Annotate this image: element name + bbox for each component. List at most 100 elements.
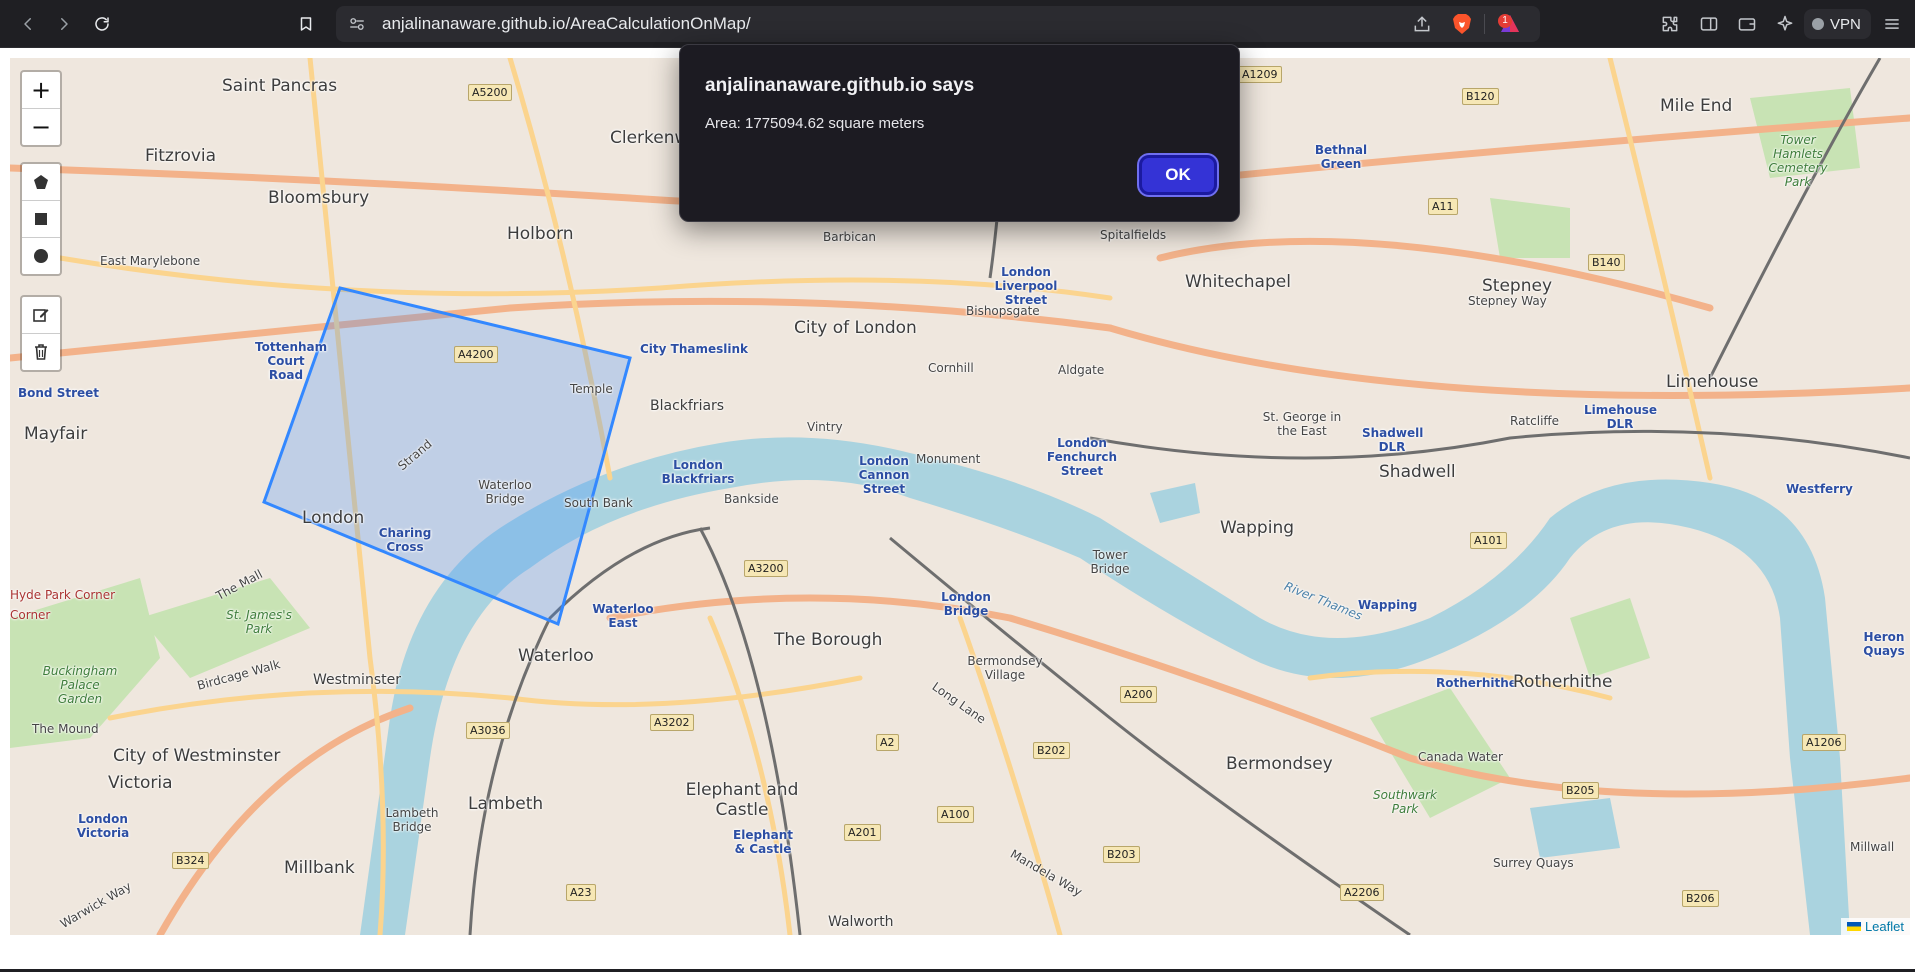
url-text[interactable]: anjalinanaware.github.io/AreaCalculation… xyxy=(382,14,751,34)
circle-icon xyxy=(34,249,48,263)
map-label-city-of-westminster: City of Westminster xyxy=(113,746,281,766)
map-label-shadwell-dlr: Shadwell DLR xyxy=(1362,426,1424,454)
map-label-bethnal-green: Bethnal Green xyxy=(1314,143,1368,171)
map-label-holborn: Holborn xyxy=(507,224,574,244)
map-label-south-bank: South Bank xyxy=(564,496,633,510)
back-arrow-icon xyxy=(24,18,31,30)
drawn-area-polygon[interactable] xyxy=(262,286,632,627)
map-label-whitechapel: Whitechapel xyxy=(1185,272,1291,292)
wallet-icon xyxy=(1738,18,1756,31)
map-label-aldgate: Aldgate xyxy=(1058,363,1105,377)
map-label-westminster: Westminster xyxy=(313,672,401,688)
map-label-temple: Temple xyxy=(570,382,613,396)
road-shield-b202: B202 xyxy=(1033,742,1070,759)
map-label-tower-hamlets-cemetery: Tower Hamlets Cemetery Park xyxy=(1768,133,1828,189)
bookmark-icon xyxy=(300,17,312,31)
map-label-london-liverpool-street: London Liverpool Street xyxy=(994,265,1058,307)
map-label-st-george-in-the-east: St. George in the East xyxy=(1262,410,1342,438)
road-shield-b120: B120 xyxy=(1462,88,1499,105)
map-label-southwark-park: Southwark Park xyxy=(1373,788,1437,816)
reload-icon xyxy=(95,17,109,31)
map-label-fitzrovia: Fitzrovia xyxy=(145,146,217,166)
map-label-canada-water: Canada Water xyxy=(1418,750,1503,764)
map-label-spitalfields: Spitalfields xyxy=(1100,228,1167,242)
vpn-status-icon xyxy=(1812,18,1824,30)
bookmark-button[interactable] xyxy=(290,8,322,40)
draw-circle-button[interactable] xyxy=(22,237,60,274)
extensions-button[interactable] xyxy=(1660,8,1680,40)
road-shield-a4200: A4200 xyxy=(454,346,498,363)
ukraine-flag-icon xyxy=(1846,922,1861,931)
road-shield-a100: A100 xyxy=(937,806,974,823)
browser-toolbar: anjalinanaware.github.io/AreaCalculation… xyxy=(0,0,1915,48)
forward-arrow-icon xyxy=(61,18,68,30)
brave-shields-icon[interactable] xyxy=(1450,12,1474,36)
map-label-vintry: Vintry xyxy=(807,420,843,434)
map-attribution[interactable]: Leaflet xyxy=(1840,918,1910,935)
map-label-the-borough: The Borough xyxy=(774,630,883,650)
map-label-monument: Monument xyxy=(916,452,981,466)
edit-layers-button[interactable] xyxy=(22,297,60,333)
map-label-london: London xyxy=(302,508,365,528)
map-label-wapping-station: Wapping xyxy=(1358,598,1418,612)
map-label-shadwell: Shadwell xyxy=(1379,462,1456,482)
road-shield-b203: B203 xyxy=(1103,846,1140,863)
map-label-wapping: Wapping xyxy=(1220,518,1295,538)
menu-button[interactable] xyxy=(1882,8,1902,40)
site-settings-icon[interactable] xyxy=(348,15,366,33)
road-shield-a2206: A2206 xyxy=(1340,884,1384,901)
alert-dialog: anjalinanaware.github.io says Area: 1775… xyxy=(679,44,1240,222)
map-label-victoria: Victoria xyxy=(108,773,173,793)
draw-toolbar xyxy=(20,162,62,276)
map-label-blackfriars: Blackfriars xyxy=(650,398,725,414)
address-bar-divider xyxy=(1484,14,1485,34)
wallet-button[interactable] xyxy=(1737,8,1757,40)
map-label-clerkenwell: Clerkenw xyxy=(610,128,689,148)
share-icon[interactable] xyxy=(1412,14,1432,34)
delete-layers-button[interactable] xyxy=(22,333,60,370)
map-label-bond-street: Bond Street xyxy=(18,386,100,400)
zoom-in-button[interactable]: + xyxy=(22,72,60,108)
map-label-stepney: Stepney xyxy=(1482,276,1553,296)
map-label-westferry: Westferry xyxy=(1786,482,1853,496)
map-label-corner: Corner xyxy=(10,608,51,622)
polygon-icon xyxy=(34,175,48,189)
road-shield-a101: A101 xyxy=(1470,532,1507,549)
road-shield-a5200: A5200 xyxy=(468,84,512,101)
road-shield-b205: B205 xyxy=(1562,782,1599,799)
map-label-buckingham-palace-garden: Buckingham Palace Garden xyxy=(42,664,118,706)
road-shield-a3202: A3202 xyxy=(650,714,694,731)
zoom-out-button[interactable]: − xyxy=(22,108,60,145)
dock-water xyxy=(1150,483,1200,523)
draw-polygon-button[interactable] xyxy=(22,164,60,200)
map-label-elephant-and-castle: Elephant and Castle xyxy=(685,780,799,820)
forward-button[interactable] xyxy=(48,8,80,40)
map-label-mayfair: Mayfair xyxy=(24,424,88,444)
vpn-button[interactable]: VPN xyxy=(1804,9,1871,39)
edit-icon xyxy=(33,309,49,322)
map-label-london-blackfriars: London Blackfriars xyxy=(661,458,735,486)
back-button[interactable] xyxy=(12,8,44,40)
map-label-saint-pancras: Saint Pancras xyxy=(222,76,338,96)
map-label-london-bridge: London Bridge xyxy=(941,590,991,618)
map-label-tottenham-court-road: Tottenham Court Road xyxy=(255,340,328,382)
leaflet-attribution-link[interactable]: Leaflet xyxy=(1865,919,1904,934)
address-bar[interactable]: anjalinanaware.github.io/AreaCalculation… xyxy=(336,6,1540,42)
map-label-lambeth: Lambeth xyxy=(468,794,544,814)
map-label-waterloo: Waterloo xyxy=(518,646,594,666)
ok-button[interactable]: OK xyxy=(1139,155,1217,195)
map-label-st-james-park: St. James's Park xyxy=(226,608,292,636)
map-label-london-fenchurch-street: London Fenchurch Street xyxy=(1046,436,1118,478)
draw-rectangle-button[interactable] xyxy=(22,200,60,237)
leo-ai-button[interactable] xyxy=(1775,8,1795,40)
brave-rewards-icon[interactable]: 1 xyxy=(1498,12,1522,36)
road-shield-b206: B206 xyxy=(1682,890,1719,907)
zoom-control: + − xyxy=(20,70,62,147)
reload-button[interactable] xyxy=(86,8,118,40)
road-shield-a1209: A1209 xyxy=(1238,66,1282,83)
map-label-london-cannon-street: London Cannon Street xyxy=(858,454,910,496)
sidebar-toggle-button[interactable] xyxy=(1699,8,1719,40)
map-label-rotherhithe-station: Rotherhithe xyxy=(1436,676,1517,690)
map-label-hyde-park-corner: Hyde Park Corner xyxy=(10,588,116,602)
edit-toolbar xyxy=(20,295,62,372)
